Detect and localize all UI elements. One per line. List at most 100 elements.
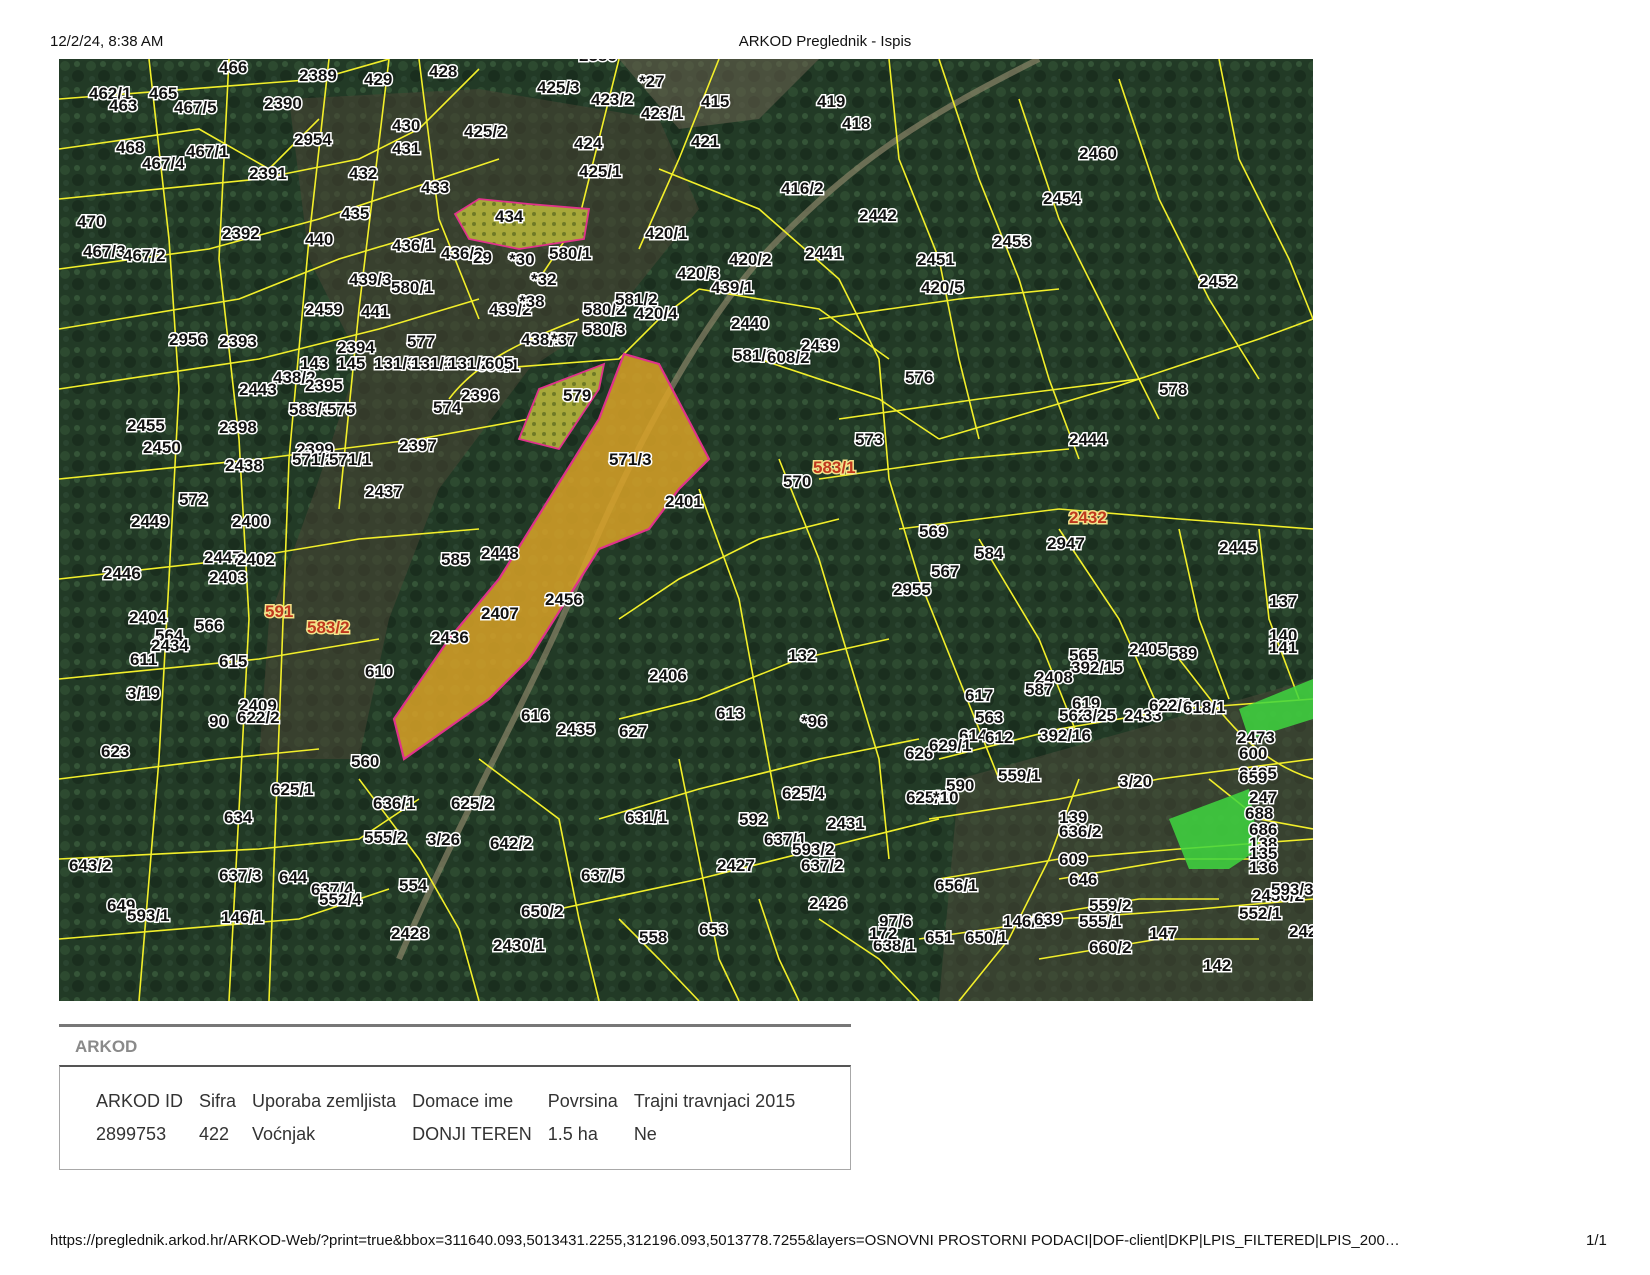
column-header: ARKOD ID xyxy=(96,1091,184,1111)
parcel-label: 2459 xyxy=(305,300,343,319)
parcel-label: 3/26 xyxy=(427,830,460,849)
parcel-label: 646 xyxy=(1069,870,1097,889)
parcel-label: 2435 xyxy=(557,720,595,739)
parcel-label: 560 xyxy=(351,752,379,771)
parcel-label: 3/19 xyxy=(127,684,160,703)
parcel-label: 2437 xyxy=(365,482,403,501)
parcel-label: 2956 xyxy=(169,330,207,349)
parcel-label: 2402 xyxy=(237,550,275,569)
parcel-label: 420/2 xyxy=(729,250,772,269)
parcel-label: 2448 xyxy=(481,544,519,563)
parcel-label: 2454 xyxy=(1043,189,1081,208)
parcel-label: 2955 xyxy=(893,580,931,599)
table-cell: DONJI TEREN xyxy=(412,1124,532,1144)
parcel-label: 2398 xyxy=(219,418,257,437)
parcel-label: 132 xyxy=(788,646,816,665)
parcel-label: 580/1 xyxy=(549,244,592,263)
parcel-label: 573 xyxy=(855,430,883,449)
parcel-label: *10 xyxy=(933,788,959,807)
parcel-label: 617 xyxy=(965,686,993,705)
parcel-label: 570 xyxy=(783,472,811,491)
map-canvas: 46623894294282386*27462/1465463467/52390… xyxy=(59,59,1313,1001)
parcel-label: 577 xyxy=(407,332,435,351)
parcel-label: 2430/1 xyxy=(493,936,545,955)
print-url: https://preglednik.arkod.hr/ARKOD-Web/?p… xyxy=(50,1232,1400,1249)
parcel-label: 2386 xyxy=(579,59,617,65)
parcel-label: 470 xyxy=(77,212,105,231)
parcel-map[interactable]: 46623894294282386*27462/1465463467/52390… xyxy=(59,59,1313,1001)
parcel-label: 554 xyxy=(399,876,428,895)
parcel-label: 2473 xyxy=(1237,728,1275,747)
parcel-label: 2442 xyxy=(859,206,897,225)
parcel-label: 2444 xyxy=(1069,430,1107,449)
parcel-label: 552/4 xyxy=(319,890,362,909)
parcel-label: 656/1 xyxy=(935,876,978,895)
parcel-label: 591 xyxy=(265,602,293,621)
parcel-label: 2432 xyxy=(1069,508,1107,527)
parcel-label: 136 xyxy=(1249,858,1277,877)
parcel-label: 653 xyxy=(699,920,727,939)
parcel-label: 145 xyxy=(337,354,365,373)
parcel-label: 416/2 xyxy=(781,179,824,198)
parcel-label: *32 xyxy=(531,270,557,289)
parcel-label: 420/5 xyxy=(921,278,964,297)
parcel-label: 392/15 xyxy=(1071,658,1123,677)
table-row: 2899753 422 Voćnjak DONJI TEREN 1.5 ha Ne xyxy=(96,1120,811,1147)
parcel-label: 592 xyxy=(739,810,767,829)
parcel-label: 436/1 xyxy=(392,236,435,255)
parcel-label: 636/1 xyxy=(373,794,416,813)
parcel-label: *27 xyxy=(639,72,665,91)
parcel-label: 424 xyxy=(574,134,603,153)
parcel-label: 419 xyxy=(817,92,845,111)
parcel-label: 439/1 xyxy=(711,278,754,297)
parcel-label: 605 xyxy=(485,354,513,373)
parcel-label: 467/5 xyxy=(174,98,217,117)
parcel-label: 625/1 xyxy=(271,780,314,799)
parcel-label: 618/1 xyxy=(1183,698,1226,717)
parcel-label: 429 xyxy=(364,70,392,89)
parcel-label: 2389 xyxy=(299,66,337,85)
parcel-label: 589 xyxy=(1169,644,1197,663)
parcel-label: 423/2 xyxy=(591,90,634,109)
parcel-label: 2392 xyxy=(222,224,260,243)
parcel-label: 636/2 xyxy=(1059,822,1102,841)
parcel-label: 2407 xyxy=(481,604,519,623)
parcel-label: 612 xyxy=(985,728,1013,747)
parcel-label: 2396 xyxy=(461,386,499,405)
parcel-label: 434 xyxy=(495,207,524,226)
parcel-label: 146/1 xyxy=(221,908,264,927)
parcel-label: 2431 xyxy=(827,814,865,833)
parcel-label: 425/2 xyxy=(464,122,507,141)
parcel-label: 440 xyxy=(305,230,333,249)
parcel-label: 2426 xyxy=(809,894,847,913)
parcel-label: 2954 xyxy=(294,130,332,149)
parcel-label: 625/2 xyxy=(451,794,494,813)
parcel-label: 467/1 xyxy=(186,142,229,161)
parcel-label: 659 xyxy=(1239,768,1267,787)
parcel-label: 609 xyxy=(1059,850,1087,869)
parcel-label: 2390 xyxy=(264,94,302,113)
parcel-label: 637/2 xyxy=(801,856,844,875)
parcel-label: 29 xyxy=(473,248,492,267)
parcel-label: 587 xyxy=(1025,680,1053,699)
parcel-label: 392/16 xyxy=(1039,726,1091,745)
parcel-label: 463 xyxy=(109,96,137,115)
parcel-label: 432 xyxy=(349,164,377,183)
parcel-label: 2439 xyxy=(801,336,839,355)
parcel-label: 2395 xyxy=(305,376,343,395)
parcel-label: 467/2 xyxy=(123,246,166,265)
parcel-label: 625/4 xyxy=(782,784,825,803)
parcel-label: 2451 xyxy=(917,250,955,269)
parcel-label: 147 xyxy=(1149,924,1177,943)
parcel-label: 468 xyxy=(116,138,144,157)
parcel-label: 611 xyxy=(130,650,157,669)
parcel-label: 613 xyxy=(716,704,744,723)
parcel-label: 435 xyxy=(341,204,369,223)
parcel-label: 2449 xyxy=(131,512,169,531)
parcel-label: 571/1 xyxy=(329,450,372,469)
parcel-label: 466 xyxy=(219,59,247,77)
parcel-label: 2427 xyxy=(717,856,755,875)
parcel-label: 433 xyxy=(421,178,449,197)
parcel-label: 2397 xyxy=(399,436,437,455)
parcel-label: 2440 xyxy=(731,314,769,333)
